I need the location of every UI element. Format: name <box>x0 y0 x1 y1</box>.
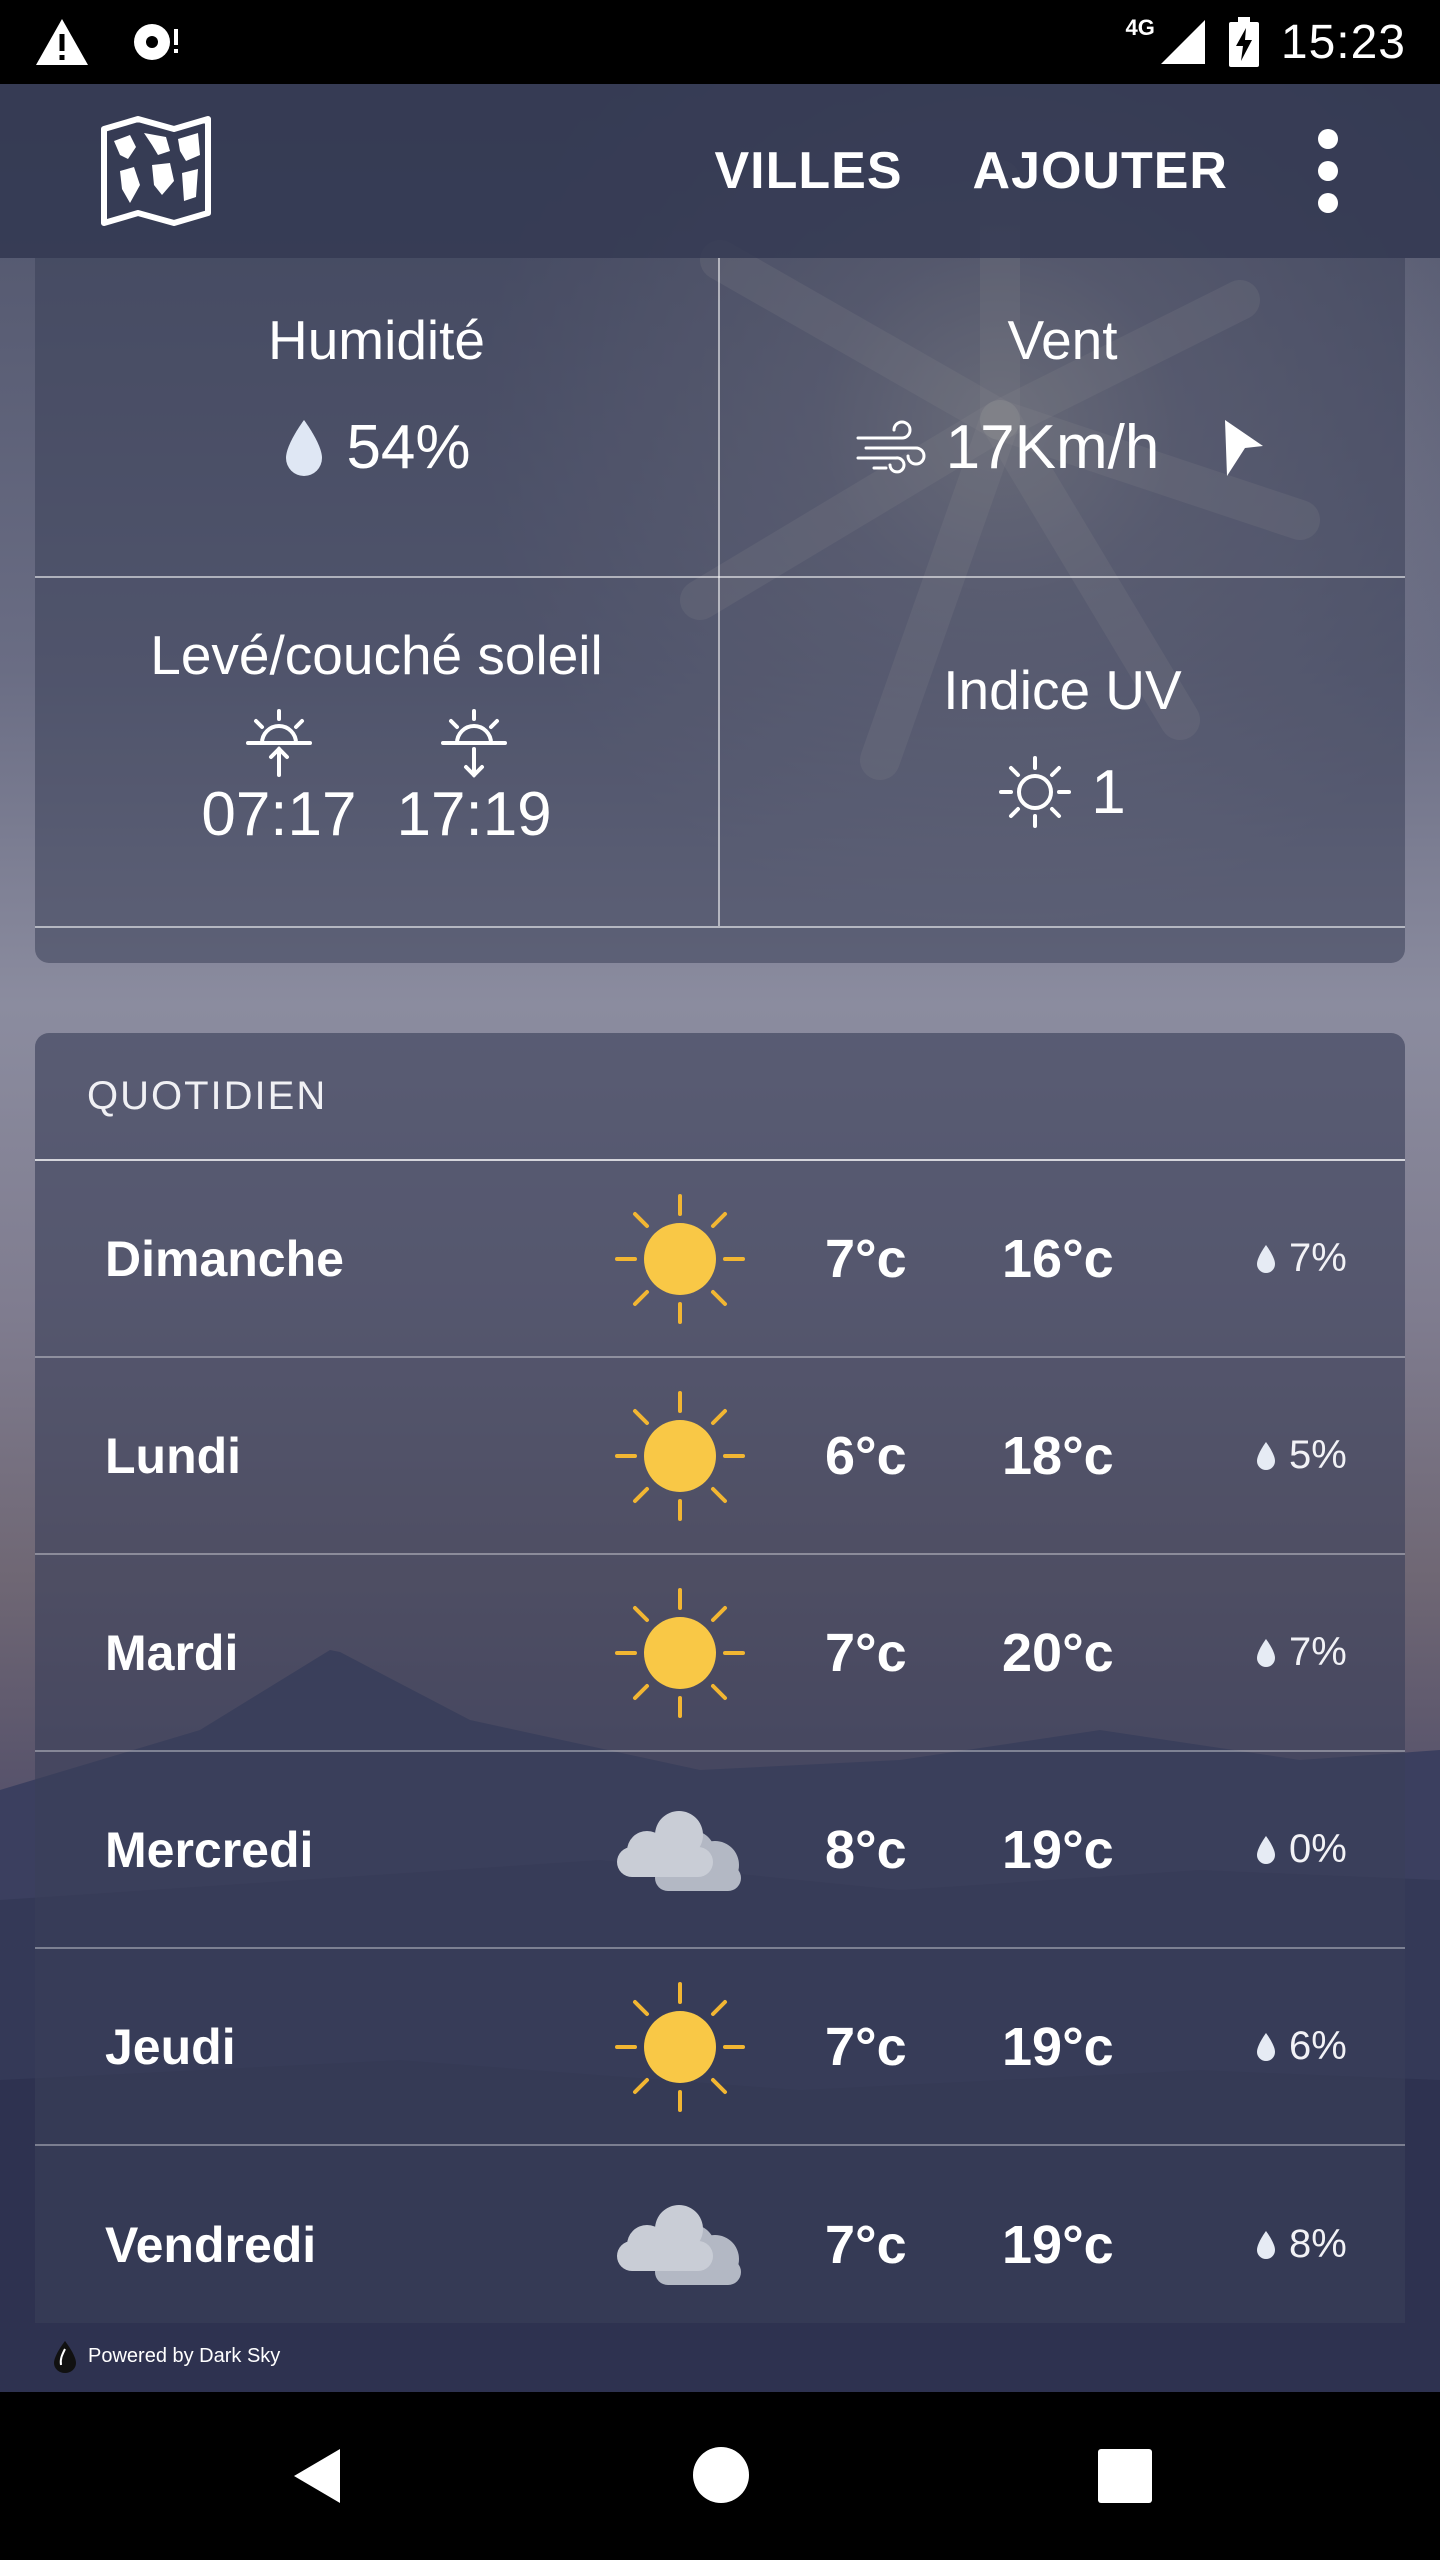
precipitation-value: 7% <box>1289 1630 1347 1674</box>
home-icon[interactable] <box>692 2446 750 2504</box>
wind-icon <box>856 420 926 473</box>
sunset-icon <box>441 709 508 778</box>
sun-outline-icon <box>999 756 1072 828</box>
navigation-bar <box>0 2392 1440 2560</box>
sun-icon <box>615 1982 745 2112</box>
water-drop-icon <box>286 419 323 476</box>
dark-sky-logo-icon <box>54 2341 76 2373</box>
temp-max: 18°c <box>1002 1425 1114 1486</box>
day-name: Mercredi <box>105 1821 314 1878</box>
temp-max: 20°c <box>1002 1622 1114 1683</box>
day-row[interactable]: Lundi 6°c 18°c 5% <box>35 1358 1405 1555</box>
water-drop-icon <box>1257 1441 1275 1470</box>
day-name: Vendredi <box>105 2216 317 2273</box>
world-map-icon[interactable] <box>100 115 212 227</box>
sun-icon <box>615 1588 745 1718</box>
cloud-icon <box>617 1811 741 1891</box>
divider <box>35 576 1405 578</box>
precipitation-value: 7% <box>1289 1236 1347 1280</box>
wind-title: Vent <box>1007 309 1118 371</box>
temp-max: 19°c <box>1002 2016 1114 2077</box>
temp-max: 16°c <box>1002 1228 1114 1289</box>
signal-icon <box>1160 20 1205 64</box>
battery-charging-icon <box>1228 17 1259 67</box>
record-icon <box>134 24 178 60</box>
wind-speed-value: 17Km/h <box>945 413 1160 482</box>
precipitation: 7% <box>1255 1236 1347 1281</box>
precipitation: 7% <box>1255 1630 1347 1675</box>
villes-button[interactable]: VILLES <box>714 141 902 201</box>
day-row[interactable]: Mardi 7°c 20°c 7% <box>35 1555 1405 1752</box>
water-drop-icon <box>1257 2230 1275 2259</box>
wind-direction-icon <box>1225 419 1264 476</box>
precipitation: 6% <box>1255 2024 1347 2069</box>
precipitation-value: 0% <box>1289 1827 1347 1871</box>
temp-min: 7°c <box>825 1228 907 1289</box>
temp-max: 19°c <box>1002 1819 1114 1880</box>
humidity-cell: Humidité 54% <box>35 308 718 483</box>
powered-by-label: Powered by Dark Sky <box>88 2344 281 2367</box>
back-icon[interactable] <box>290 2447 342 2505</box>
sunrise-time: 07:17 <box>201 780 357 849</box>
precipitation: 5% <box>1255 1433 1347 1478</box>
water-drop-icon <box>1257 1835 1275 1864</box>
uv-index-cell: Indice UV 1 <box>720 658 1405 828</box>
sun-icon <box>615 1391 745 1521</box>
temp-min: 6°c <box>825 1425 907 1486</box>
powered-by[interactable]: Powered by Dark Sky <box>52 2339 280 2373</box>
recents-icon[interactable] <box>1098 2449 1152 2503</box>
temp-min: 8°c <box>825 1819 907 1880</box>
precipitation: 8% <box>1255 2222 1347 2267</box>
humidity-value: 54% <box>346 413 471 482</box>
precipitation-value: 5% <box>1289 1433 1347 1477</box>
warning-icon <box>36 19 88 65</box>
day-row[interactable]: Mercredi 8°c 19°c 0% <box>35 1752 1405 1949</box>
sun-title: Levé/couché soleil <box>150 624 603 686</box>
weather-details-card: Humidité 54% Vent 17Km/h Levé/couché sol… <box>35 258 1405 963</box>
overflow-menu-icon[interactable] <box>1316 129 1340 213</box>
precipitation: 0% <box>1255 1827 1347 1872</box>
temp-min: 7°c <box>825 2214 907 2275</box>
sunrise-sunset-cell: Levé/couché soleil 07:17 17:19 <box>35 623 718 850</box>
day-row[interactable]: Vendredi 7°c 19°c 8% <box>35 2146 1405 2323</box>
divider <box>35 926 1405 928</box>
day-name: Lundi <box>105 1427 242 1484</box>
temp-min: 7°c <box>825 1622 907 1683</box>
day-name: Mardi <box>105 1624 239 1681</box>
clock: 15:23 <box>1280 15 1406 69</box>
sunset-time: 17:19 <box>396 780 552 849</box>
day-name: Dimanche <box>105 1230 344 1287</box>
network-type-label: 4G <box>1125 15 1155 40</box>
daily-forecast-card: QUOTIDIEN Dimanche 7°c 16°c 7% Lundi 6°c… <box>35 1033 1405 2323</box>
water-drop-icon <box>1257 1638 1275 1667</box>
precipitation-value: 8% <box>1289 2222 1347 2266</box>
humidity-title: Humidité <box>267 309 486 371</box>
precipitation-value: 6% <box>1289 2024 1347 2068</box>
wind-cell: Vent 17Km/h <box>720 308 1405 483</box>
day-name: Jeudi <box>105 2018 236 2075</box>
uv-value: 1 <box>1091 757 1126 827</box>
status-bar: 4G 15:23 <box>0 0 1440 84</box>
temp-min: 7°c <box>825 2016 907 2077</box>
sun-icon <box>615 1194 745 1324</box>
cloud-icon <box>617 2205 741 2285</box>
uv-title: Indice UV <box>943 659 1182 721</box>
daily-header: QUOTIDIEN <box>35 1033 1405 1161</box>
temp-max: 19°c <box>1002 2214 1114 2275</box>
day-row[interactable]: Jeudi 7°c 19°c 6% <box>35 1949 1405 2146</box>
ajouter-button[interactable]: AJOUTER <box>973 141 1228 201</box>
sunrise-icon <box>245 709 312 777</box>
water-drop-icon <box>1257 1244 1275 1273</box>
day-row[interactable]: Dimanche 7°c 16°c 7% <box>35 1161 1405 1358</box>
water-drop-icon <box>1257 2032 1275 2061</box>
app-bar: VILLES AJOUTER <box>0 84 1440 258</box>
